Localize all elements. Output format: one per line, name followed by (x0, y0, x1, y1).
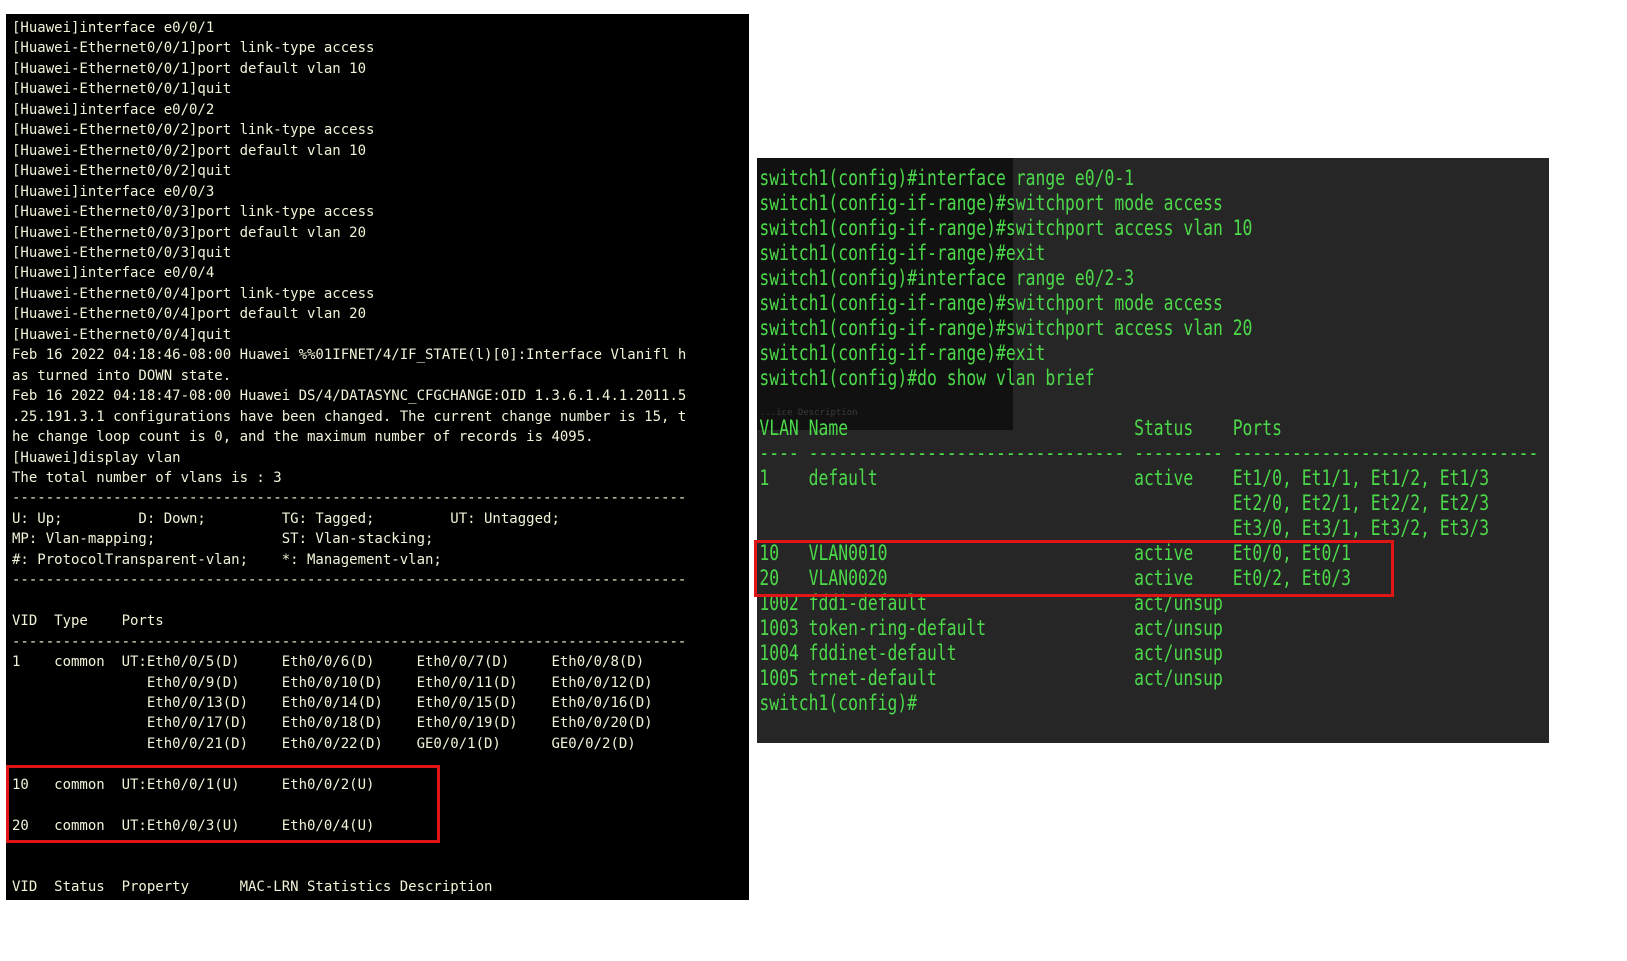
cisco-terminal-line: switch1(config-if-range)#exit (759, 341, 1046, 365)
huawei-terminal-line: [Huawei-Ethernet0/0/1]port default vlan … (12, 60, 367, 77)
huawei-terminal-line: [Huawei-Ethernet0/0/2]port link-type acc… (12, 122, 375, 139)
huawei-terminal-window[interactable]: [Huawei]interface e0/0/1 [Huawei-Ethernet… (6, 14, 749, 900)
huawei-terminal-line (12, 754, 749, 774)
huawei-terminal-line: VID Status Property MAC-LRN Statistics D… (12, 879, 493, 896)
huawei-terminal-line: [Huawei-Ethernet0/0/4]port link-type acc… (12, 285, 375, 302)
cisco-terminal-output: switch1(config)#interface range e0/0-1 sw… (757, 158, 1539, 716)
cisco-terminal-line: switch1(config-if-range)#switchport acce… (759, 216, 1253, 240)
cisco-terminal-line: 1005 trnet-default act/unsup (759, 666, 1223, 690)
cisco-terminal-line: switch1(config)# (759, 691, 918, 715)
huawei-terminal-line: Eth0/0/9(D) Eth0/0/10(D) Eth0/0/11(D) Et… (12, 674, 653, 691)
huawei-terminal-line: as turned into DOWN state. (12, 367, 232, 384)
cisco-terminal-window[interactable]: ...ice Description switch1(config)#inter… (757, 158, 1549, 743)
cisco-terminal-line: switch1(config-if-range)#switchport mode… (759, 191, 1223, 215)
huawei-terminal-line (12, 857, 749, 877)
huawei-terminal-line: [Huawei-Ethernet0/0/3]port link-type acc… (12, 204, 375, 221)
huawei-terminal-line (12, 795, 749, 815)
huawei-terminal-line: The total number of vlans is : 3 (12, 469, 282, 486)
huawei-terminal-line: #: ProtocolTransparent-vlan; *: Manageme… (12, 551, 442, 568)
huawei-terminal-line: [Huawei]interface e0/0/1 (12, 20, 215, 36)
cisco-terminal-line: 20 VLAN0020 active Et0/2, Et0/3 (759, 566, 1352, 590)
huawei-terminal-line: Eth0/0/17(D) Eth0/0/18(D) Eth0/0/19(D) E… (12, 715, 653, 732)
cisco-terminal-line: VLAN Name Status Ports (759, 416, 1283, 440)
huawei-terminal-line: [Huawei]interface e0/0/4 (12, 265, 215, 282)
huawei-terminal-output: [Huawei]interface e0/0/1 [Huawei-Ethernet… (6, 14, 749, 897)
huawei-terminal-line: [Huawei-Ethernet0/0/4]port default vlan … (12, 306, 367, 323)
huawei-terminal-line: [Huawei-Ethernet0/0/3]port default vlan … (12, 224, 367, 241)
huawei-terminal-line: U: Up; D: Down; TG: Tagged; UT: Untagged… (12, 510, 560, 527)
huawei-terminal-line: [Huawei]interface e0/0/3 (12, 183, 215, 200)
huawei-terminal-line: he change loop count is 0, and the maxim… (12, 429, 594, 446)
huawei-terminal-line: [Huawei]interface e0/0/2 (12, 101, 215, 118)
huawei-terminal-line: [Huawei-Ethernet0/0/1]port link-type acc… (12, 40, 375, 57)
cisco-terminal-line: ---- -------------------------------- --… (759, 441, 1539, 465)
cisco-terminal-line: Et3/0, Et3/1, Et3/2, Et3/3 (759, 516, 1490, 540)
cisco-terminal-line: switch1(config-if-range)#exit (759, 241, 1046, 265)
huawei-terminal-line (12, 836, 749, 856)
huawei-terminal-line: 1 common UT:Eth0/0/5(D) Eth0/0/6(D) Eth0… (12, 654, 645, 671)
huawei-terminal-line: ----------------------------------------… (12, 490, 687, 507)
huawei-terminal-line: ----------------------------------------… (12, 633, 687, 650)
huawei-terminal-line: [Huawei-Ethernet0/0/4]quit (12, 326, 232, 343)
cisco-terminal-line: 1 default active Et1/0, Et1/1, Et1/2, Et… (759, 466, 1490, 490)
cisco-terminal-line: switch1(config)#interface range e0/0-1 (759, 166, 1135, 190)
huawei-terminal-line: [Huawei-Ethernet0/0/1]quit (12, 81, 232, 98)
huawei-terminal-line: 20 common UT:Eth0/0/3(U) Eth0/0/4(U) (12, 817, 375, 834)
cisco-terminal-line: 1004 fddinet-default act/unsup (759, 641, 1223, 665)
cisco-terminal-line: switch1(config)#do show vlan brief (759, 366, 1095, 390)
cisco-terminal-line: switch1(config-if-range)#switchport acce… (759, 316, 1253, 340)
huawei-terminal-line: Feb 16 2022 04:18:47-08:00 Huawei DS/4/D… (12, 388, 687, 405)
cisco-terminal-line: 10 VLAN0010 active Et0/0, Et0/1 (759, 541, 1352, 565)
cisco-terminal-line: 1003 token-ring-default act/unsup (759, 616, 1223, 640)
cisco-terminal-line: 1002 fddi-default act/unsup (759, 591, 1223, 615)
huawei-terminal-line: VID Type Ports (12, 613, 164, 630)
huawei-terminal-line: [Huawei]display vlan (12, 449, 181, 466)
huawei-terminal-line: Eth0/0/13(D) Eth0/0/14(D) Eth0/0/15(D) E… (12, 694, 653, 711)
huawei-terminal-line (12, 591, 749, 611)
huawei-terminal-line: [Huawei-Ethernet0/0/3]quit (12, 244, 232, 261)
huawei-terminal-line: [Huawei-Ethernet0/0/2]quit (12, 163, 232, 180)
huawei-terminal-line: ----------------------------------------… (12, 572, 687, 589)
cisco-terminal-line: Et2/0, Et2/1, Et2/2, Et2/3 (759, 491, 1490, 515)
cisco-terminal-line: switch1(config-if-range)#switchport mode… (759, 291, 1223, 315)
cisco-terminal-line: switch1(config)#interface range e0/2-3 (759, 266, 1135, 290)
huawei-terminal-line: .25.191.3.1 configurations have been cha… (12, 408, 687, 425)
huawei-terminal-line: MP: Vlan-mapping; ST: Vlan-stacking; (12, 531, 434, 548)
huawei-terminal-line: Eth0/0/21(D) Eth0/0/22(D) GE0/0/1(D) GE0… (12, 735, 636, 752)
cisco-terminal-line (759, 391, 1374, 416)
huawei-terminal-line: 10 common UT:Eth0/0/1(U) Eth0/0/2(U) (12, 776, 375, 793)
huawei-terminal-line: Feb 16 2022 04:18:46-08:00 Huawei %%01IF… (12, 347, 687, 364)
huawei-terminal-line: [Huawei-Ethernet0/0/2]port default vlan … (12, 142, 367, 159)
